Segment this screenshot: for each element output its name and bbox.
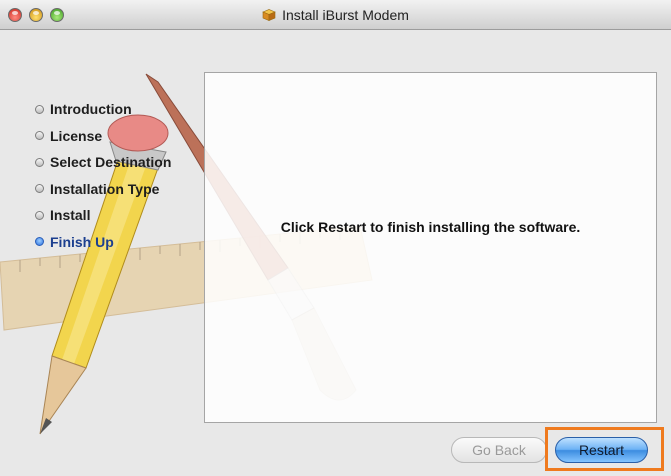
restart-highlight-box <box>545 427 664 471</box>
step-bullet-icon <box>35 104 44 114</box>
step-label: License <box>50 127 103 144</box>
step-bullet-icon <box>35 237 44 247</box>
step-finish-up: Finish Up <box>35 229 171 256</box>
window-title-area: Install iBurst Modem <box>0 0 671 30</box>
step-label: Introduction <box>50 101 132 118</box>
step-license: License <box>35 123 171 150</box>
window-title: Install iBurst Modem <box>282 7 409 23</box>
step-label: Finish Up <box>50 233 114 250</box>
step-select-destination: Select Destination <box>35 149 171 176</box>
step-label: Select Destination <box>50 154 172 171</box>
step-label: Installation Type <box>50 180 160 197</box>
finish-message: Click Restart to finish installing the s… <box>280 219 581 235</box>
step-bullet-icon <box>35 131 44 141</box>
step-installation-type: Installation Type <box>35 176 171 203</box>
step-bullet-icon <box>35 157 44 167</box>
main-content-panel: Click Restart to finish installing the s… <box>204 72 657 423</box>
step-introduction: Introduction <box>35 96 171 123</box>
package-icon <box>262 9 276 21</box>
installer-window: Install iBurst Modem Introduction Licens… <box>0 0 671 476</box>
title-bar[interactable]: Install iBurst Modem <box>0 0 671 30</box>
step-bullet-icon <box>35 184 44 194</box>
step-label: Install <box>50 207 91 224</box>
step-bullet-icon <box>35 210 44 220</box>
installer-steps-list: Introduction License Select Destination … <box>35 96 171 255</box>
step-install: Install <box>35 202 171 229</box>
go-back-button[interactable]: Go Back <box>451 437 547 463</box>
